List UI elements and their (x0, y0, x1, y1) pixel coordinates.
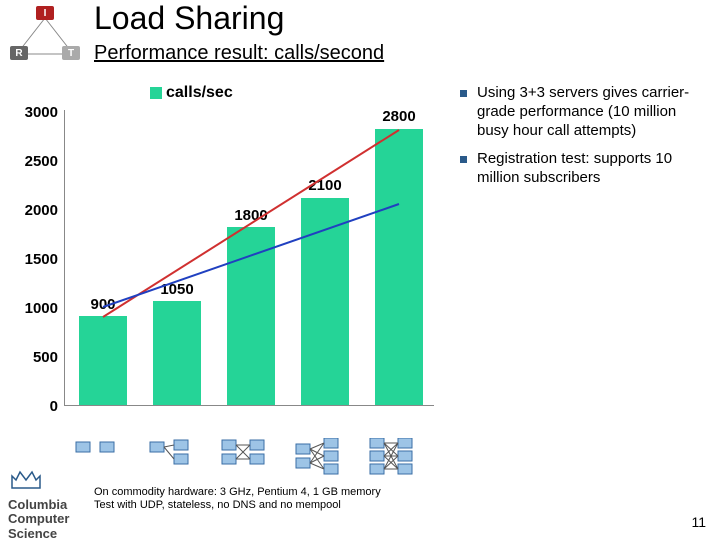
affiliation: Columbia Computer Science (8, 498, 69, 540)
hardware-note-line1: On commodity hardware: 3 GHz, Pentium 4,… (94, 486, 381, 499)
bar-label-4: 2800 (369, 108, 429, 125)
ytick-0: 0 (10, 398, 58, 415)
slide-subtitle: Performance result: calls/second (94, 42, 384, 65)
bullet-item: Using 3+3 servers gives carrier-grade pe… (460, 84, 710, 140)
bar-4 (375, 129, 423, 405)
bullet-text: Using 3+3 servers gives carrier-grade pe… (477, 84, 710, 140)
bar-2 (227, 227, 275, 405)
ytick-500: 500 (10, 349, 58, 366)
bar-1 (153, 301, 201, 405)
ytick-2000: 2000 (10, 202, 58, 219)
bullet-text: Registration test: supports 10 million s… (477, 150, 710, 188)
ytick-1000: 1000 (10, 300, 58, 317)
logo-node-r: R (10, 46, 28, 60)
xaxis-diagram-2 (220, 438, 268, 478)
logo-node-i: I (36, 6, 54, 20)
bar-label-1: 1050 (147, 281, 207, 298)
page-number: 11 (691, 514, 706, 530)
hardware-note-line2: Test with UDP, stateless, no DNS and no … (94, 499, 381, 512)
affiliation-line3: Science (8, 527, 69, 540)
affiliation-line2: Computer (8, 512, 69, 526)
legend-swatch (150, 87, 162, 99)
hardware-note: On commodity hardware: 3 GHz, Pentium 4,… (94, 486, 381, 512)
slide-title: Load Sharing (94, 0, 284, 37)
bar-3 (301, 198, 349, 405)
xaxis-diagram-3 (294, 438, 342, 478)
xaxis-diagram-0 (72, 438, 120, 478)
bar-label-2: 1800 (221, 207, 281, 224)
logo-node-t: T (62, 46, 80, 60)
columbia-crown-icon (8, 466, 44, 494)
chart-legend: calls/sec (150, 84, 233, 102)
xaxis-diagram-1 (146, 438, 194, 478)
plot-area: 900 1050 1800 2100 2800 (64, 110, 434, 406)
ytick-3000: 3000 (10, 104, 58, 121)
legend-label: calls/sec (166, 84, 233, 101)
bar-label-0: 900 (73, 296, 133, 313)
xaxis-category-diagrams (64, 438, 434, 482)
ytick-2500: 2500 (10, 153, 58, 170)
bar-0 (79, 316, 127, 405)
bar-chart: calls/sec 3000 2500 2000 1500 1000 500 0… (10, 84, 440, 434)
bullet-icon (460, 156, 467, 163)
bullet-icon (460, 90, 467, 97)
irt-triangle-logo: I R T (8, 6, 80, 66)
bullet-list: Using 3+3 servers gives carrier-grade pe… (460, 84, 710, 198)
bullet-item: Registration test: supports 10 million s… (460, 150, 710, 188)
ytick-1500: 1500 (10, 251, 58, 268)
bar-label-3: 2100 (295, 177, 355, 194)
affiliation-line1: Columbia (8, 498, 69, 512)
xaxis-diagram-4 (368, 438, 416, 478)
